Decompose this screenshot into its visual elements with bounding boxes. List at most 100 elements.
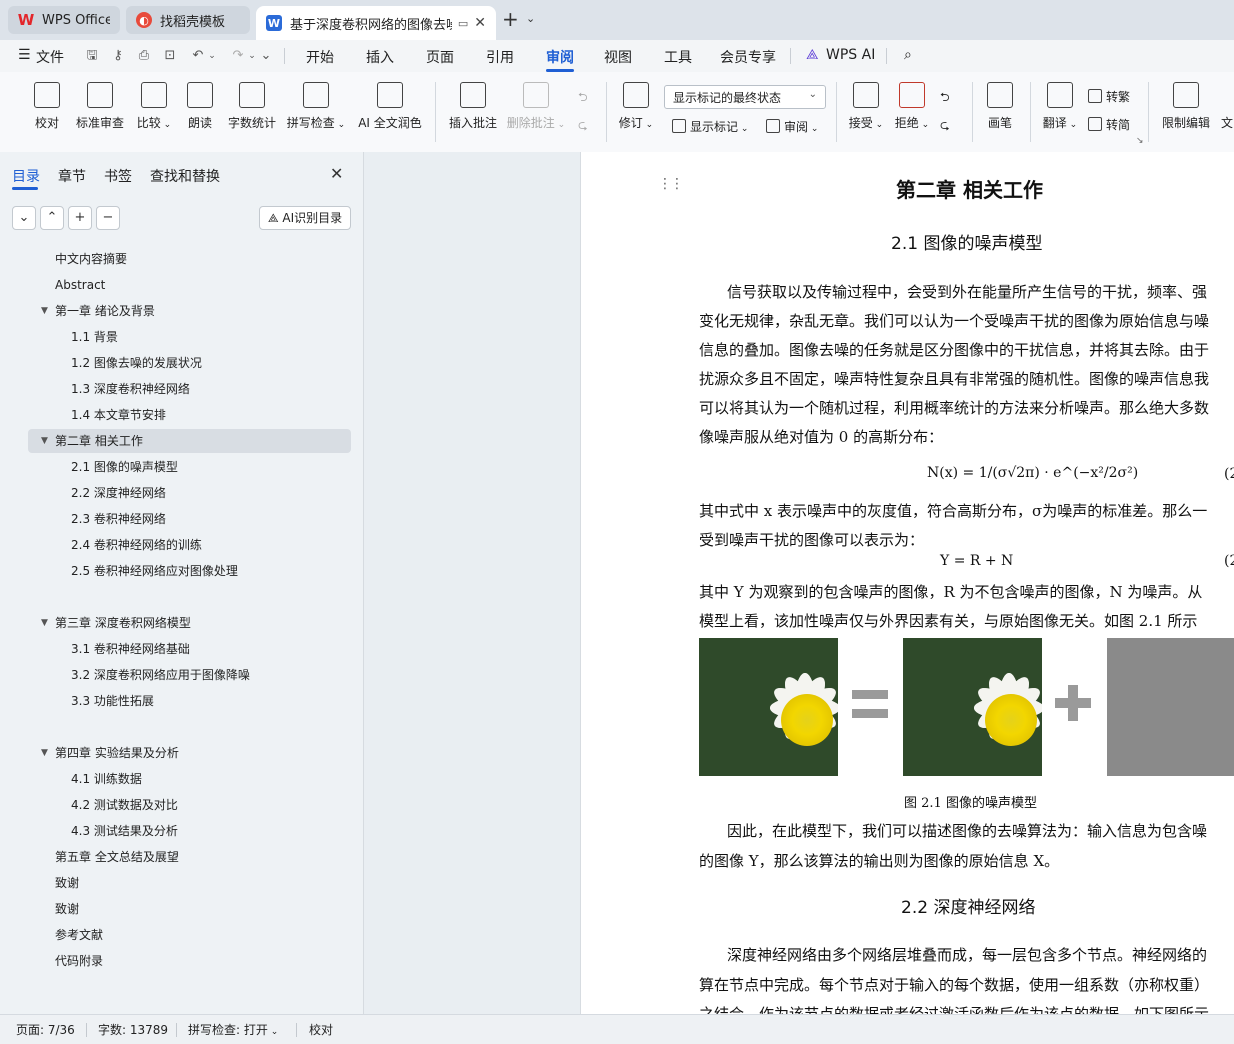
toc-item[interactable]: 4.1 训练数据 — [71, 768, 142, 790]
toc-item[interactable]: 参考文献 — [55, 924, 103, 946]
toc-item[interactable]: 2.4 卷积神经网络的训练 — [71, 534, 202, 556]
to-simplified-button[interactable]: 转简 — [1088, 116, 1130, 133]
print-preview-icon[interactable]: ⊡ — [162, 48, 178, 64]
menu-membership[interactable]: 会员专享 — [720, 47, 776, 67]
paragraph-line[interactable]: 模型上看，该加性噪声仅与外界因素有关，与原始图像无关。如图 2.1 所示 — [699, 610, 1197, 631]
tab-document[interactable]: W 基于深度卷积网络的图像去噪 ▭ ✕ — [256, 6, 496, 40]
paragraph-line[interactable]: 受到噪声干扰的图像可以表示为： — [699, 529, 924, 550]
toc-item[interactable]: 3.2 深度卷积网络应用于图像降噪 — [71, 664, 250, 686]
show-markup-button[interactable]: 显示标记 ⌄ — [672, 118, 748, 135]
paragraph-line[interactable]: 因此，在此模型下，我们可以描述图像的去噪算法为：输入信息为包含噪 — [727, 820, 1207, 841]
document-button-partial[interactable]: 文 — [1220, 82, 1234, 131]
paragraph-line[interactable]: 信息的叠加。图像去噪的任务就是区分图像中的干扰信息，并将其去除。由于 — [699, 339, 1209, 360]
undo-dropdown-icon[interactable]: ⌄ — [204, 48, 220, 64]
paragraph-line[interactable]: 扰源众多且不固定，噪声特性复杂且具有非常强的随机性。图像的噪声信息我 — [699, 368, 1209, 389]
tab-wps-office[interactable]: W WPS Office — [8, 6, 120, 34]
tab-template-store[interactable]: ◐ 找稻壳模板 — [126, 6, 250, 34]
expand-triangle-icon[interactable]: ▼ — [41, 742, 48, 764]
spell-check-status[interactable]: 拼写检查: 打开 ⌄ — [188, 1021, 278, 1038]
proofread-button[interactable]: 校对 — [30, 82, 64, 131]
expand-ribbon-icon[interactable]: ↘ — [1136, 136, 1144, 146]
toc-item[interactable]: 致谢 — [55, 898, 79, 920]
standard-review-button[interactable]: 标准审查 — [74, 82, 126, 131]
compare-button[interactable]: 比较 ⌄ — [134, 82, 174, 131]
tab-chapters[interactable]: 章节 — [58, 166, 86, 186]
toc-item[interactable]: 致谢 — [55, 872, 79, 894]
track-changes-button[interactable]: 修订 ⌄ — [616, 82, 656, 131]
review-pane-button[interactable]: 审阅 ⌄ — [766, 118, 818, 135]
markup-display-select[interactable]: 显示标记的最终状态 ⌄ — [664, 85, 826, 109]
toc-item[interactable]: ▼ 第三章 深度卷积网络模型 — [41, 612, 191, 634]
chapter-heading[interactable]: 第二章 相关工作 — [896, 174, 1043, 203]
paragraph-line[interactable]: 的图像 Y，那么该算法的输出则为图像的原始信息 X。 — [699, 850, 1059, 871]
expand-triangle-icon[interactable]: ▼ — [41, 612, 48, 634]
new-tab-plus-icon[interactable]: + — [502, 9, 519, 29]
menu-tools[interactable]: 工具 — [664, 47, 692, 67]
previous-change-icon[interactable]: ⮌ — [940, 88, 950, 109]
section-heading[interactable]: 2.1 图像的噪声模型 — [891, 229, 1042, 254]
hamburger-icon[interactable]: ☰ — [18, 47, 31, 63]
toc-item[interactable]: 3.1 卷积神经网络基础 — [71, 638, 190, 660]
remove-heading-button[interactable]: − — [96, 206, 120, 230]
ai-detect-toc-button[interactable]: ⟁ AI识别目录 — [259, 206, 351, 230]
section-heading[interactable]: 2.2 深度神经网络 — [901, 893, 1035, 918]
to-traditional-button[interactable]: 转繁 — [1088, 88, 1130, 105]
toc-item[interactable]: 第五章 全文总结及展望 — [55, 846, 179, 868]
next-change-icon[interactable]: ⮎ — [940, 116, 950, 137]
drag-handle-icon[interactable]: ⋮⋮ — [658, 176, 684, 192]
toc-item[interactable]: 1.4 本文章节安排 — [71, 404, 166, 426]
close-pane-icon[interactable]: ✕ — [330, 164, 343, 183]
toc-item[interactable]: 1.3 深度卷积神经网络 — [71, 378, 190, 400]
move-up-button[interactable]: ⌃ — [40, 206, 64, 230]
toc-item[interactable]: 1.1 背景 — [71, 326, 118, 348]
equation-additive-noise[interactable]: Y = R + N — [940, 553, 1013, 569]
reject-button[interactable]: 拒绝 ⌄ — [892, 82, 932, 131]
pen-button[interactable]: 画笔 — [982, 82, 1018, 131]
chevron-down-icon[interactable]: ⌄ — [526, 12, 535, 25]
page-indicator[interactable]: 页面: 7/36 — [16, 1021, 75, 1038]
insert-comment-button[interactable]: 插入批注 — [446, 82, 500, 131]
toc-item[interactable]: 2.1 图像的噪声模型 — [71, 456, 178, 478]
tab-bookmarks[interactable]: 书签 — [104, 166, 132, 186]
toc-item[interactable]: Abstract — [55, 274, 105, 296]
paragraph-line[interactable]: 深度神经网络由多个网络层堆叠而成，每一层包含多个节点。神经网络的 — [727, 944, 1207, 965]
proofread-status[interactable]: 校对 — [309, 1021, 333, 1038]
toc-item[interactable]: ▼ 第四章 实验结果及分析 — [41, 742, 179, 764]
equation-gaussian[interactable]: N(x) = 1/(σ√2π) · e^(−x²/2σ²) — [927, 465, 1138, 481]
expand-triangle-icon[interactable]: ▼ — [41, 430, 48, 452]
restrict-editing-button[interactable]: 限制编辑 — [1158, 82, 1214, 131]
toc-item[interactable]: 代码附录 — [55, 950, 103, 972]
word-count-indicator[interactable]: 字数: 13789 — [98, 1021, 168, 1038]
translate-button[interactable]: 翻译 ⌄ — [1040, 82, 1080, 131]
accept-button[interactable]: 接受 ⌄ — [846, 82, 886, 131]
search-icon[interactable]: ⌕ — [904, 47, 912, 63]
menu-file[interactable]: 文件 — [36, 47, 64, 67]
key-icon[interactable]: ⚷ — [110, 48, 126, 64]
paragraph-line[interactable]: 算在节点中完成。每个节点对于输入的每个数据，使用一组系数（亦称权重） — [699, 974, 1209, 995]
toc-item[interactable]: 4.3 测试结果及分析 — [71, 820, 178, 842]
tab-toc[interactable]: 目录 — [12, 166, 40, 186]
paragraph-line[interactable]: 其中 Y 为观察到的包含噪声的图像，R 为不包含噪声的图像，N 为噪声。从 — [699, 581, 1202, 602]
figure-clean-daisy-image[interactable] — [903, 638, 1042, 776]
tab-find-replace[interactable]: 查找和替换 — [150, 166, 220, 186]
delete-comment-button[interactable]: 删除批注 ⌄ — [506, 82, 566, 131]
more-chevron-icon[interactable]: ⌄ — [258, 48, 274, 64]
toc-item-selected[interactable]: ▼ 第二章 相关工作 — [41, 430, 143, 452]
expand-triangle-icon[interactable]: ▼ — [41, 300, 48, 322]
paragraph-line[interactable]: 其中式中 x 表示噪声中的灰度值，符合高斯分布，σ为噪声的标准差。那么一 — [699, 500, 1207, 521]
figure-caption[interactable]: 图 2.1 图像的噪声模型 — [904, 792, 1037, 811]
paragraph-line[interactable]: 信号获取以及传输过程中，会受到外在能量所产生信号的干扰，频率、强 — [727, 281, 1207, 302]
figure-noise-image[interactable] — [1107, 638, 1234, 776]
save-icon[interactable]: 🖫 — [84, 48, 100, 64]
ai-polish-button[interactable]: AI 全文润色 — [356, 82, 424, 131]
spell-check-button[interactable]: 拼写检查 ⌄ — [286, 82, 346, 131]
paragraph-line[interactable]: 变化无规律，杂乱无章。我们可以认为一个受噪声干扰的图像为原始信息与噪 — [699, 310, 1209, 331]
menu-review[interactable]: 审阅 — [546, 47, 574, 67]
menu-view[interactable]: 视图 — [604, 47, 632, 67]
menu-home[interactable]: 开始 — [306, 47, 334, 67]
menu-insert[interactable]: 插入 — [366, 47, 394, 67]
toc-item[interactable]: 4.2 测试数据及对比 — [71, 794, 178, 816]
read-aloud-button[interactable]: 朗读 — [184, 82, 216, 131]
toc-item[interactable]: 2.3 卷积神经网络 — [71, 508, 166, 530]
collapse-down-button[interactable]: ⌄ — [12, 206, 36, 230]
